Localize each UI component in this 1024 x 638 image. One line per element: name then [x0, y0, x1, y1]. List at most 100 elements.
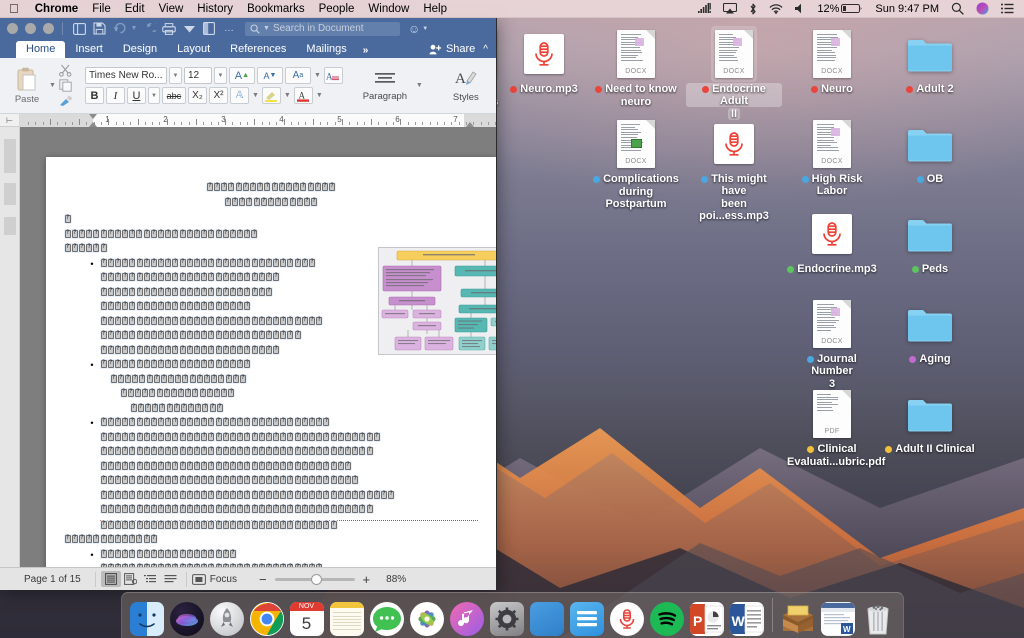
- ruler-track[interactable]: 1234567: [20, 114, 496, 127]
- dock-item-chrome[interactable]: [249, 600, 285, 636]
- desktop-icon-glyph[interactable]: [907, 206, 953, 262]
- desktop-icon[interactable]: DOCX Journal Number 3: [784, 296, 880, 390]
- web-layout-icon[interactable]: [121, 571, 141, 587]
- search-input[interactable]: ▼ Search in Document: [245, 22, 400, 36]
- sidebar-toggle-icon[interactable]: [69, 20, 89, 37]
- desktop-icon-glyph[interactable]: DOCX: [809, 116, 855, 172]
- text-effects-icon[interactable]: 𝔸: [230, 87, 249, 104]
- flowchart-image[interactable]: [378, 247, 496, 355]
- tab-stop-selector[interactable]: ⊢: [0, 114, 20, 127]
- desktop-icon-glyph[interactable]: DOCX: [711, 26, 757, 82]
- desktop-icon-glyph[interactable]: [907, 116, 953, 172]
- desktop-icon[interactable]: Peds: [882, 206, 978, 275]
- font-color-icon[interactable]: A: [294, 87, 313, 104]
- desktop-icon[interactable]: PDF Clinical Evaluati...ubric.pdf: [784, 386, 880, 468]
- search-scope-chevron-icon[interactable]: ▼: [263, 25, 270, 32]
- save-icon[interactable]: [89, 20, 109, 37]
- close-button[interactable]: [7, 23, 18, 34]
- tab-mailings[interactable]: Mailings: [296, 41, 356, 58]
- volume-icon[interactable]: [789, 3, 811, 14]
- outline-icon[interactable]: [141, 571, 161, 587]
- desktop-icon[interactable]: Neuro.mp3: [496, 26, 592, 95]
- desktop-icon-glyph[interactable]: DOCX: [809, 26, 855, 82]
- desktop-icon-glyph[interactable]: DOCX: [613, 26, 659, 82]
- highlight-dropdown-icon[interactable]: ▼: [283, 92, 292, 99]
- menu-item-app[interactable]: Chrome: [28, 3, 85, 15]
- indent-marker-right[interactable]: [466, 122, 474, 127]
- zoom-level-label[interactable]: 88%: [386, 574, 406, 585]
- desktop-icon-glyph[interactable]: [809, 206, 855, 262]
- font-color-dropdown-icon[interactable]: ▼: [315, 92, 324, 99]
- tab-references[interactable]: References: [220, 41, 296, 58]
- download-icon[interactable]: [179, 20, 199, 37]
- notification-center-icon[interactable]: [995, 3, 1020, 14]
- tab-layout[interactable]: Layout: [167, 41, 220, 58]
- dock-item-voice-memos[interactable]: [609, 600, 645, 636]
- dock-item-news[interactable]: [569, 600, 605, 636]
- more-icon[interactable]: …: [219, 20, 239, 37]
- tab-home[interactable]: Home: [16, 41, 65, 58]
- dock-item-messages[interactable]: [369, 600, 405, 636]
- document-page[interactable]: ••••••••••: [46, 157, 496, 590]
- document-body[interactable]: ••••••••••: [46, 157, 496, 590]
- minimize-button[interactable]: [25, 23, 36, 34]
- draft-icon[interactable]: [161, 571, 181, 587]
- ribbon-tab-bar[interactable]: Home Insert Design Layout References Mai…: [0, 39, 496, 58]
- styles-button[interactable]: A Styles: [436, 69, 496, 103]
- tab-design[interactable]: Design: [113, 41, 167, 58]
- highlight-icon[interactable]: [262, 87, 281, 104]
- text-effects-dropdown-icon[interactable]: ▼: [251, 92, 260, 99]
- menu-item-history[interactable]: History: [190, 3, 240, 15]
- print-layout-icon[interactable]: [101, 571, 121, 587]
- focus-button[interactable]: Focus: [192, 574, 237, 585]
- paste-button[interactable]: Paste: [6, 67, 48, 105]
- desktop-icon-glyph[interactable]: [907, 26, 953, 82]
- desktop-icon-glyph[interactable]: DOCX: [809, 296, 855, 352]
- horizontal-ruler[interactable]: ⊢ 1234567: [0, 114, 496, 127]
- zoom-slider-handle[interactable]: [311, 574, 322, 585]
- undo-icon[interactable]: [109, 20, 129, 37]
- print-icon[interactable]: [159, 20, 179, 37]
- menu-item-view[interactable]: View: [152, 3, 191, 15]
- vpn-icon[interactable]: [692, 3, 717, 14]
- collapse-ribbon-icon[interactable]: ^: [483, 42, 496, 58]
- strikethrough-button[interactable]: abc: [162, 87, 186, 104]
- smiley-icon[interactable]: ☺: [408, 22, 420, 36]
- desktop-icon[interactable]: Adult II Clinical: [882, 386, 978, 455]
- desktop-icon[interactable]: Aging: [882, 296, 978, 365]
- apple-menu-icon[interactable]: : [0, 2, 28, 15]
- superscript-button[interactable]: X²: [209, 87, 228, 104]
- dock-item-unknown-blue[interactable]: [529, 600, 565, 636]
- indent-marker-left[interactable]: [89, 122, 97, 127]
- desktop-icon[interactable]: DOCX Need to know neuro: [588, 26, 684, 108]
- status-bar[interactable]: Page 1 of 15 Focus − + 88%: [0, 567, 496, 590]
- desktop-icon[interactable]: DOCX Endocrine Adult II: [686, 26, 782, 120]
- indent-marker-first-line[interactable]: [89, 114, 97, 119]
- zoom-in-button[interactable]: +: [363, 572, 371, 587]
- font-family-combobox[interactable]: Times New Ro...: [85, 67, 167, 84]
- battery-status[interactable]: 12%: [811, 3, 869, 15]
- desktop-icon-glyph[interactable]: [907, 386, 953, 442]
- dock[interactable]: NOV 5 P W W: [121, 592, 904, 638]
- airplay-icon[interactable]: [717, 3, 743, 14]
- italic-button[interactable]: I: [106, 87, 125, 104]
- bold-button[interactable]: B: [85, 87, 104, 104]
- menu-item-bookmarks[interactable]: Bookmarks: [240, 3, 312, 15]
- menu-item-people[interactable]: People: [312, 3, 362, 15]
- dock-item-minimized-word-document[interactable]: W: [820, 600, 856, 636]
- change-case-icon[interactable]: Aa: [285, 67, 311, 84]
- clock-label[interactable]: Sun 9:47 PM: [869, 3, 945, 15]
- desktop-icon[interactable]: OB: [882, 116, 978, 185]
- desktop-icon[interactable]: DOCX Neuro: [784, 26, 880, 95]
- subscript-button[interactable]: X₂: [188, 87, 207, 104]
- dock-item-word[interactable]: W: [729, 600, 765, 636]
- bluetooth-icon[interactable]: [743, 3, 763, 15]
- desktop-icon[interactable]: Endocrine.mp3: [784, 206, 880, 275]
- spotlight-search-icon[interactable]: [945, 2, 970, 15]
- siri-icon[interactable]: [970, 2, 995, 15]
- grow-font-icon[interactable]: A ▲: [229, 67, 255, 84]
- wifi-icon[interactable]: [763, 3, 789, 14]
- scissors-icon[interactable]: [59, 64, 73, 77]
- desktop-icon[interactable]: DOCX Complications during Postpartum: [588, 116, 684, 210]
- dock-item-downloads-stack[interactable]: [780, 600, 816, 636]
